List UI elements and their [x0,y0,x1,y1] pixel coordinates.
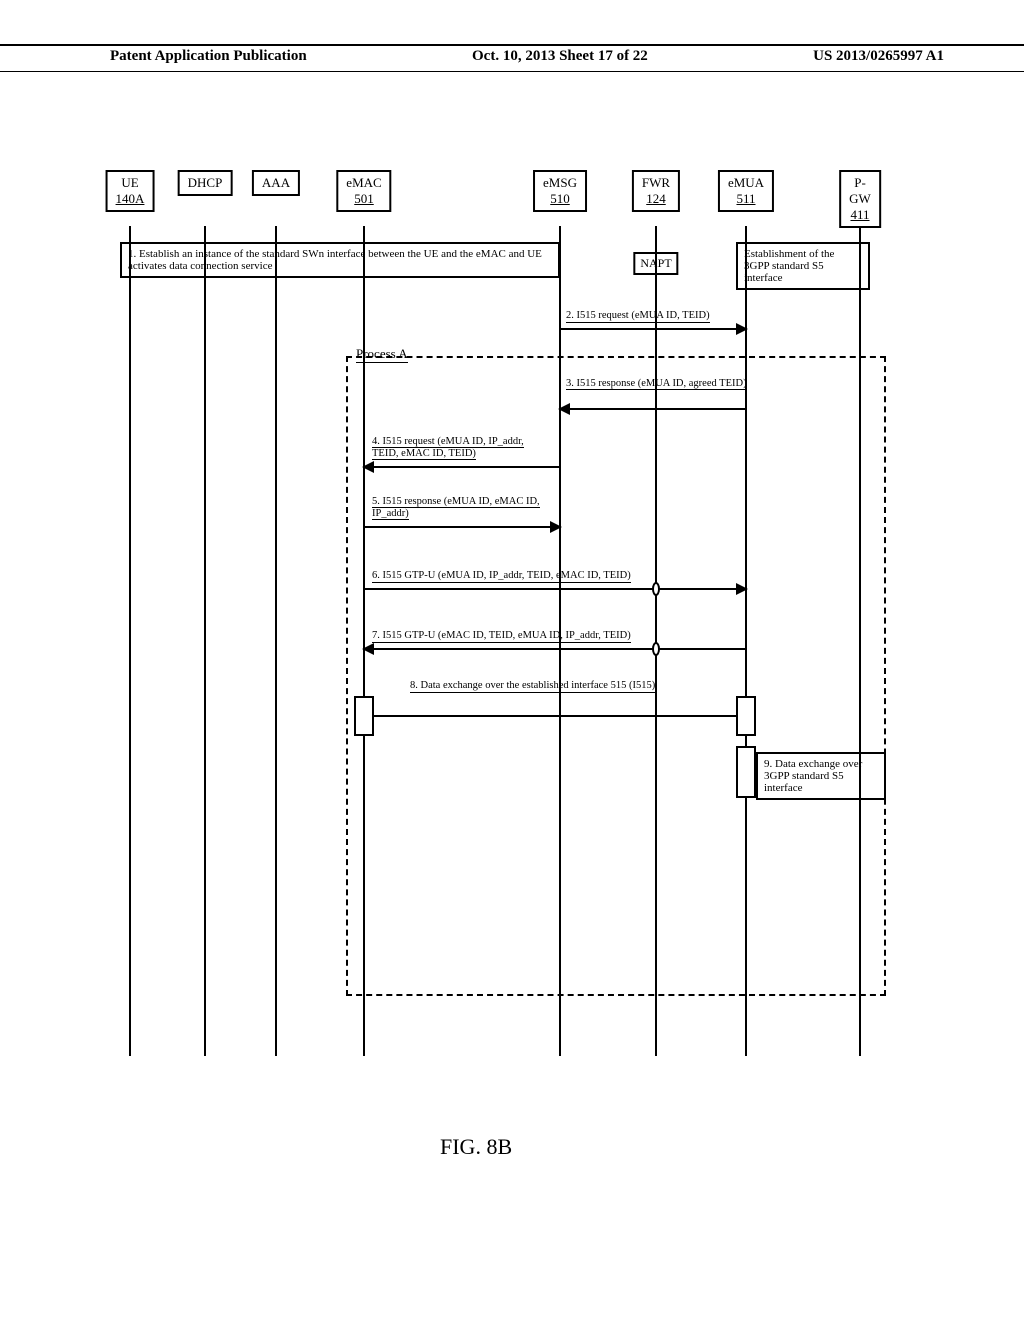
step1-right-box: Establishment of the 3GPP standard S5 in… [736,242,870,290]
step1-box: 1. Establish an instance of the standard… [120,242,560,278]
header-right: US 2013/0265997 A1 [813,48,944,71]
exec-emac [354,696,374,736]
exec-emua-9 [736,746,756,798]
process-a-label: Process A [356,346,408,363]
actor-heads: UE140A DHCP AAA eMAC501 eMSG510 FWR124 e… [110,170,890,226]
step9-box: 9. Data exchange over 3GPP standard S5 i… [756,752,886,800]
figure-caption: FIG. 8B [440,1134,512,1160]
msg4-label: 4. I515 request (eMUA ID, IP_addr, TEID,… [372,436,552,460]
header-left: Patent Application Publication [110,48,307,71]
msg8-conn [374,715,736,717]
actor-pgw: P-GW411 [839,170,881,228]
msg7-arrow [364,648,746,650]
lifeline-aaa [275,226,277,1056]
msg2-arrow [560,328,746,330]
msg5-arrow [364,526,560,528]
actor-fwr: FWR124 [632,170,680,212]
napt-box: NAPT [633,252,678,275]
actor-dhcp: DHCP [178,170,233,196]
msg6-label: 6. I515 GTP-U (eMUA ID, IP_addr, TEID, e… [372,570,631,583]
msg4-arrow [364,466,560,468]
actor-emsg: eMSG510 [533,170,587,212]
actor-emac: eMAC501 [336,170,391,212]
pass-through-icon [652,582,660,596]
actor-ue: UE140A [106,170,155,212]
actor-aaa: AAA [252,170,300,196]
pass-through-icon [652,642,660,656]
msg7-label: 7. I515 GTP-U (eMAC ID, TEID, eMUA ID, I… [372,630,631,643]
msg2-label: 2. I515 request (eMUA ID, TEID) [566,310,710,323]
msg5-label: 5. I515 response (eMUA ID, eMAC ID, IP_a… [372,496,552,520]
msg6-arrow [364,588,746,590]
exec-emua [736,696,756,736]
lifeline-ue [129,226,131,1056]
msg3-arrow [560,408,746,410]
msg3-label: 3. I515 response (eMUA ID, agreed TEID) [566,378,756,390]
sequence-diagram: UE140A DHCP AAA eMAC501 eMSG510 FWR124 e… [110,170,890,1090]
lifeline-dhcp [204,226,206,1056]
actor-emua: eMUA511 [718,170,774,212]
msg8-label: 8. Data exchange over the established in… [410,680,655,693]
header-center: Oct. 10, 2013 Sheet 17 of 22 [472,48,648,71]
